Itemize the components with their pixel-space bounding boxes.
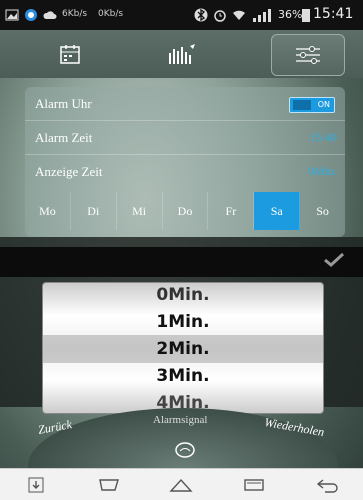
anzeige-zeit-row[interactable]: Anzeige Zeit 0Min. <box>25 155 345 188</box>
net-up: 0Kb/s <box>98 9 124 19</box>
cloud-icon <box>43 11 57 19</box>
nav-recents[interactable] <box>234 477 274 493</box>
blue-app-icon <box>25 9 37 21</box>
nav-download[interactable] <box>16 477 56 493</box>
image-notification-icon <box>5 9 19 21</box>
download-icon <box>28 477 44 492</box>
android-nav-bar <box>0 468 363 500</box>
nav-home[interactable] <box>161 477 201 493</box>
wifi-icon <box>233 10 245 20</box>
day-di[interactable]: Di <box>71 192 117 230</box>
signal-icon <box>253 9 271 22</box>
picker-option[interactable]: 0Min. <box>43 283 323 309</box>
anzeige-zeit-label: Anzeige Zeit <box>35 164 103 179</box>
net-down: 6Kb/s <box>62 9 88 19</box>
clock-time: 15:41 <box>313 6 354 22</box>
toggle-handle <box>293 100 311 110</box>
nav-back[interactable] <box>307 477 347 493</box>
quickmemo-icon <box>99 478 119 491</box>
alarm-zeit-row[interactable]: Alarm Zeit 15:40 <box>25 121 345 155</box>
status-bar: 6Kb/s 0Kb/s 36% 15:41 <box>0 0 363 30</box>
battery-icon <box>302 9 310 22</box>
day-fr[interactable]: Fr <box>208 192 255 230</box>
sliders-icon <box>296 46 320 64</box>
day-do[interactable]: Do <box>163 192 209 230</box>
equalizer-icon <box>169 44 195 64</box>
anzeige-zeit-value: 0Min. <box>307 164 337 178</box>
day-mi[interactable]: Mi <box>117 192 163 230</box>
picker-header <box>0 247 363 277</box>
alarm-settings-card: Alarm Uhr ON Alarm Zeit 15:40 Anzeige Ze… <box>25 87 345 237</box>
alarm-uhr-label: Alarm Uhr <box>35 96 92 111</box>
tab-calendar[interactable] <box>34 34 106 74</box>
bluetooth-icon <box>194 8 208 22</box>
alarm-toggle[interactable]: ON <box>289 97 335 113</box>
alarm-signal-icon[interactable] <box>175 442 195 458</box>
recents-icon <box>244 478 264 491</box>
home-icon <box>169 478 194 492</box>
calendar-icon <box>60 45 80 64</box>
alarm-zeit-value: 15:40 <box>309 130 337 144</box>
back-icon <box>316 478 338 493</box>
toggle-state: ON <box>317 100 330 109</box>
nav-quickmemo[interactable] <box>89 477 129 493</box>
picker-option-selected[interactable]: 2Min. <box>43 335 323 363</box>
picker-option[interactable]: 3Min. <box>43 362 323 390</box>
alarm-clock-icon <box>214 10 226 22</box>
day-mo[interactable]: Mo <box>25 192 71 230</box>
alarm-uhr-row[interactable]: Alarm Uhr ON <box>25 87 345 121</box>
check-icon[interactable] <box>323 251 345 267</box>
alarm-zeit-label: Alarm Zeit <box>35 130 93 145</box>
tab-equalizer[interactable] <box>146 34 218 74</box>
battery-percent: 36% <box>278 8 303 21</box>
tab-settings[interactable] <box>271 34 345 76</box>
alarm-signal-label: Alarmsignal <box>153 414 208 426</box>
picker-option[interactable]: 1Min. <box>43 308 323 336</box>
day-sa[interactable]: Sa <box>254 192 301 230</box>
weekday-selector: Mo Di Mi Do Fr Sa So <box>25 192 345 230</box>
day-so[interactable]: So <box>300 192 345 230</box>
top-tab-bar <box>0 30 363 78</box>
minute-picker-wheel[interactable]: 0Min. 1Min. 2Min. 3Min. 4Min. <box>42 282 324 414</box>
